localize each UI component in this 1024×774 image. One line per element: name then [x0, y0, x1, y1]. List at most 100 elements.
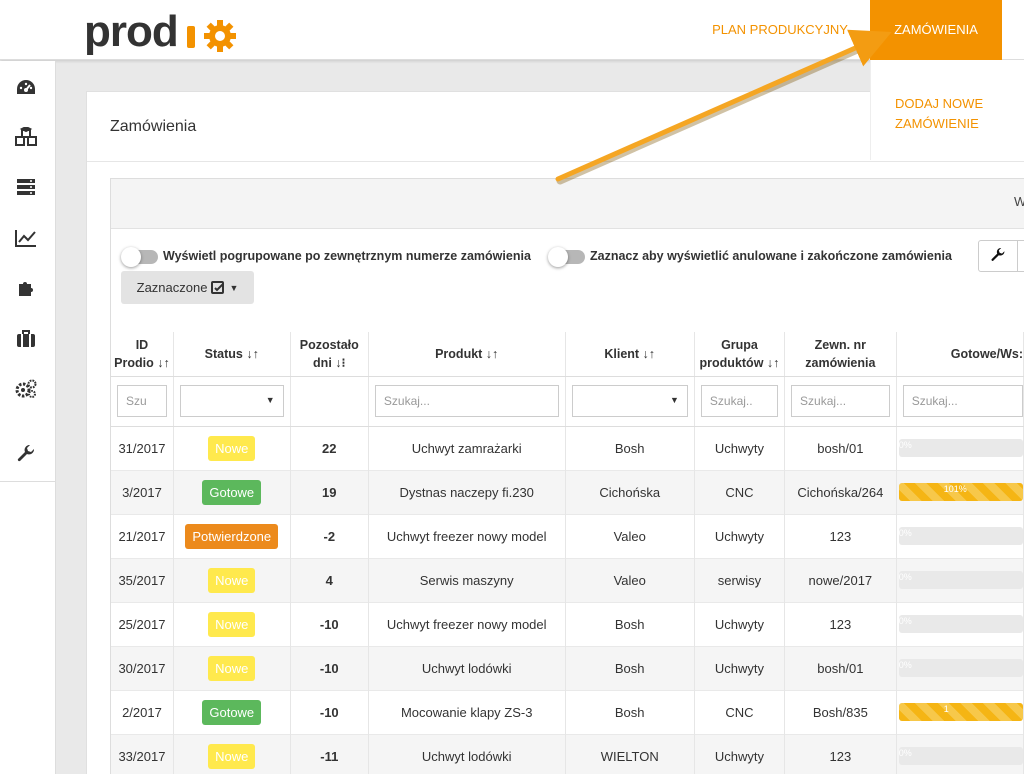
- selected-actions-button[interactable]: Zaznaczone ▼: [121, 271, 254, 304]
- dashboard-icon[interactable]: [12, 73, 40, 101]
- orders-table: ID Prodio ↓↑ Status ↓↑ Pozostało dni ↓⁝ Pr…: [111, 332, 1024, 774]
- cell-client: Valeo: [565, 557, 695, 602]
- wrench-icon[interactable]: [12, 441, 40, 469]
- cell-client: Valeo: [565, 513, 695, 558]
- sidebar: [0, 61, 56, 774]
- cell-product: Mocowanie klapy ZS-3: [368, 689, 566, 734]
- table-row[interactable]: 2/2017 Gotowe -10 Mocowanie klapy ZS-3 Bosh C…: [111, 689, 1024, 734]
- table-row[interactable]: 25/2017 Nowe -10 Uchwyt freezer nowy model B…: [111, 601, 1024, 646]
- table-row[interactable]: 30/2017 Nowe -10 Uchwyt lodówki Bosh Uchwyty b…: [111, 645, 1024, 690]
- col-client-header[interactable]: Klient ↓↑: [565, 332, 695, 377]
- filter-status-select[interactable]: ▼: [179, 385, 284, 417]
- cell-status: Nowe: [173, 645, 291, 690]
- progress-bar: 0%: [898, 615, 1023, 633]
- cell-progress: 0%: [896, 425, 1024, 470]
- table-row[interactable]: 31/2017 Nowe 22 Uchwyt zamrażarki Bosh Uchwyt…: [111, 425, 1024, 470]
- cell-id[interactable]: 30/2017: [111, 645, 174, 690]
- col-progress-header[interactable]: Gotowe/Ws:: [896, 332, 1024, 377]
- progress-bar: 0%: [898, 439, 1023, 457]
- add-order-link[interactable]: DODAJ NOWE ZAMÓWIENIE: [895, 94, 1005, 134]
- cell-days: -11: [290, 733, 369, 774]
- cell-id[interactable]: 3/2017: [111, 469, 174, 514]
- cell-group: Uchwyty: [694, 425, 786, 470]
- col-status-header[interactable]: Status ↓↑: [173, 332, 291, 377]
- puzzle-icon[interactable]: [12, 274, 40, 302]
- cell-ext: 123: [784, 513, 897, 558]
- cogs-icon[interactable]: [12, 375, 40, 403]
- line-chart-icon[interactable]: [12, 224, 40, 252]
- cell-group: Uchwyty: [694, 733, 786, 774]
- panel-header-text: W: [1014, 194, 1024, 209]
- sidebar-divider: [0, 481, 56, 482]
- filter-ext-input[interactable]: Szukaj...: [791, 385, 890, 417]
- nav-plan-produkcyjny[interactable]: PLAN PRODUKCYJNY: [706, 0, 854, 60]
- cell-group: CNC: [694, 469, 786, 514]
- col-ext-header[interactable]: Zewn. nr zamówienia: [784, 332, 897, 377]
- cell-days: -2: [290, 513, 369, 558]
- progress-bar: 0%: [898, 571, 1023, 589]
- table-header-row: ID Prodio ↓↑ Status ↓↑ Pozostało dni ↓⁝ Pr…: [111, 332, 1024, 377]
- cell-product: Uchwyt lodówki: [368, 733, 566, 774]
- cell-client: Bosh: [565, 601, 695, 646]
- group-by-external-label: Wyświetl pogrupowane po zewnętrznym nume…: [163, 249, 531, 263]
- settings-wrench-button[interactable]: [978, 240, 1018, 272]
- cell-ext: 123: [784, 601, 897, 646]
- cell-ext: bosh/01: [784, 645, 897, 690]
- table-row[interactable]: 21/2017 Potwierdzone -2 Uchwyt freezer nowy…: [111, 513, 1024, 558]
- cell-group: CNC: [694, 689, 786, 734]
- cell-ext: bosh/01: [784, 425, 897, 470]
- cell-status: Nowe: [173, 425, 291, 470]
- cell-ext: Bosh/835: [784, 689, 897, 734]
- cell-ext: nowe/2017: [784, 557, 897, 602]
- cell-days: 4: [290, 557, 369, 602]
- prodio-logo[interactable]: prod: [84, 8, 244, 58]
- selected-label: Zaznaczone: [136, 280, 208, 295]
- cell-group: Uchwyty: [694, 513, 786, 558]
- progress-bar: 0%: [898, 527, 1023, 545]
- cell-product: Dystnas naczepy fi.230: [368, 469, 566, 514]
- server-icon[interactable]: [12, 173, 40, 201]
- toolbar-button-2[interactable]: [1017, 240, 1024, 272]
- cell-group: serwisy: [694, 557, 786, 602]
- card-divider: [87, 161, 1024, 162]
- group-by-external-toggle[interactable]: [121, 247, 158, 267]
- cell-id[interactable]: 25/2017: [111, 601, 174, 646]
- cell-days: -10: [290, 601, 369, 646]
- briefcase-icon[interactable]: [12, 325, 40, 353]
- show-cancelled-toggle[interactable]: [548, 247, 585, 267]
- cell-product: Uchwyt freezer nowy model: [368, 601, 566, 646]
- filter-row: Szu ▼ Szukaj... ▼ Szukaj.. Szukaj... Szu…: [111, 376, 1024, 427]
- filter-client-select[interactable]: ▼: [571, 385, 688, 417]
- col-id-header[interactable]: ID Prodio ↓↑: [111, 332, 174, 377]
- progress-bar: 0%: [898, 659, 1023, 677]
- filter-product-input[interactable]: Szukaj...: [374, 385, 559, 417]
- cell-ext: Cichońska/264: [784, 469, 897, 514]
- cell-status: Potwierdzone: [173, 513, 291, 558]
- cell-client: Bosh: [565, 689, 695, 734]
- cell-id[interactable]: 2/2017: [111, 689, 174, 734]
- col-product-header[interactable]: Produkt ↓↑: [368, 332, 566, 377]
- table-row[interactable]: 3/2017 Gotowe 19 Dystnas naczepy fi.230 Cich…: [111, 469, 1024, 514]
- col-days-header[interactable]: Pozostało dni ↓⁝: [290, 332, 369, 377]
- filter-id-input[interactable]: Szu: [117, 385, 167, 417]
- cell-group: Uchwyty: [694, 645, 786, 690]
- col-group-header[interactable]: Grupa produktów ↓↑: [694, 332, 786, 377]
- cell-status: Gotowe: [173, 689, 291, 734]
- cell-status: Nowe: [173, 733, 291, 774]
- cell-id[interactable]: 33/2017: [111, 733, 174, 774]
- cell-status: Nowe: [173, 557, 291, 602]
- nav-zamowienia[interactable]: ZAMÓWIENIA: [870, 0, 1002, 60]
- table-row[interactable]: 35/2017 Nowe 4 Serwis maszyny Valeo serwisy no…: [111, 557, 1024, 602]
- cell-client: Cichońska: [565, 469, 695, 514]
- cell-id[interactable]: 21/2017: [111, 513, 174, 558]
- filter-progress-input[interactable]: Szukaj...: [902, 385, 1023, 417]
- orders-table-wrap: ID Prodio ↓↑ Status ↓↑ Pozostało dni ↓⁝ Pr…: [111, 332, 1024, 774]
- table-row[interactable]: 33/2017 Nowe -11 Uchwyt lodówki WIELTON Uchwy…: [111, 733, 1024, 774]
- cell-client: WIELTON: [565, 733, 695, 774]
- cubes-icon[interactable]: [12, 123, 40, 151]
- cell-id[interactable]: 35/2017: [111, 557, 174, 602]
- filter-group-input[interactable]: Szukaj..: [700, 385, 779, 417]
- status-badge: Nowe: [208, 611, 256, 637]
- caret-down-icon: ▼: [265, 395, 275, 405]
- cell-id[interactable]: 31/2017: [111, 425, 174, 470]
